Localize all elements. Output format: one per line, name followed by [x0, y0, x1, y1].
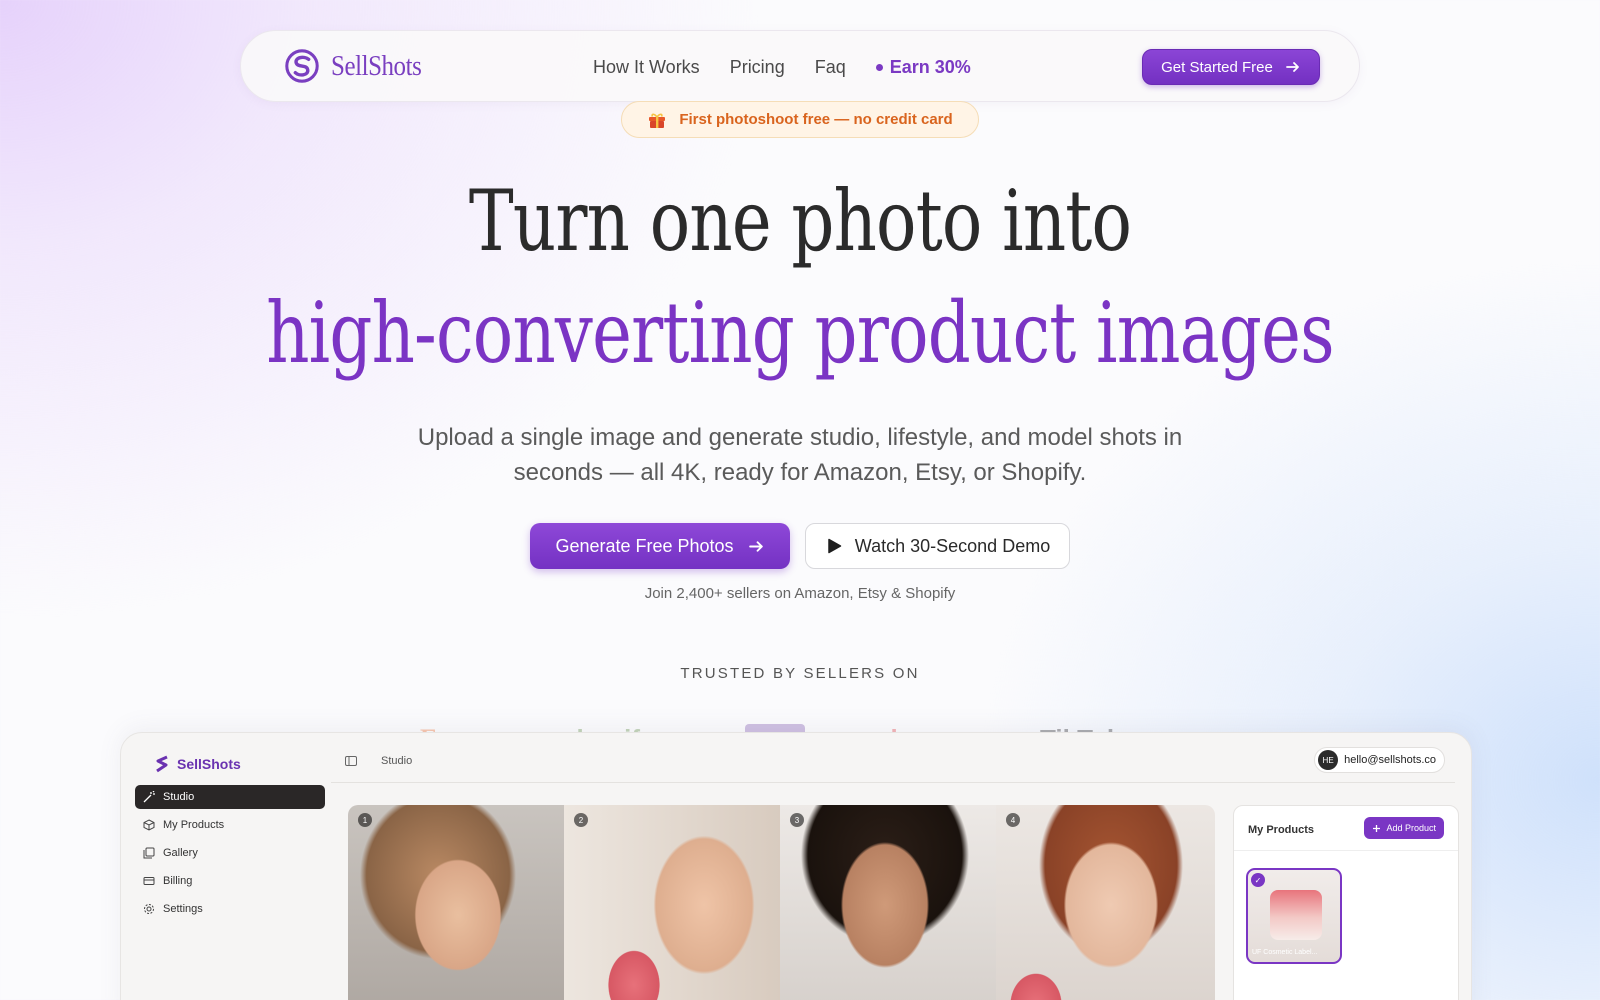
generate-free-photos-button[interactable]: Generate Free Photos	[530, 523, 790, 569]
sidebar-item-settings[interactable]: Settings	[135, 897, 325, 921]
gear-icon	[144, 904, 154, 914]
brand-name: SellShots	[331, 49, 422, 82]
my-products-panel: My Products Add Product ✓ UF Cosmetic La…	[1233, 805, 1459, 1000]
arrow-right-icon	[748, 540, 763, 552]
plus-icon	[1373, 824, 1381, 832]
top-nav: SellShots How It Works Pricing Faq Earn …	[240, 30, 1360, 102]
sidebar-item-gallery[interactable]: Gallery	[135, 841, 325, 865]
earn-label: Earn 30%	[889, 56, 971, 77]
user-email: hello@sellshots.co	[1344, 754, 1436, 766]
sidebar-label-studio: Studio	[163, 791, 195, 803]
nav-link-faq[interactable]: Faq	[815, 57, 846, 78]
shot-image[interactable]: 3	[780, 805, 996, 1000]
sidebar-toggle-icon[interactable]	[345, 755, 357, 767]
add-product-label: Add Product	[1386, 823, 1436, 833]
breadcrumb: Studio	[381, 755, 413, 767]
shot-image[interactable]: 4	[996, 805, 1215, 1000]
app-brand-name: SellShots	[177, 756, 241, 772]
avatar: HE	[1318, 750, 1339, 770]
sidebar-item-studio[interactable]: Studio	[135, 785, 325, 809]
hero-subtitle: Upload a single image and generate studi…	[417, 424, 1183, 486]
brand-logo[interactable]: SellShots	[283, 47, 436, 85]
card-icon	[143, 877, 155, 885]
sidebar-label-settings: Settings	[163, 903, 203, 915]
nav-link-pricing[interactable]: Pricing	[730, 57, 785, 78]
promo-badge: First photoshoot free — no credit card	[621, 101, 979, 138]
promo-text: First photoshoot free — no credit card	[679, 111, 953, 128]
add-product-button[interactable]: Add Product	[1364, 817, 1444, 839]
sellshots-logo-icon	[156, 755, 168, 773]
shot-number: 2	[574, 813, 588, 827]
panel-title: My Products	[1248, 824, 1315, 836]
hero-heading-line1: Turn one photo into	[468, 172, 1132, 270]
hero-heading-line2: high-converting product images	[266, 284, 1334, 382]
app-preview-window: SellShots Studio My Products Gallery Bil…	[120, 732, 1472, 1000]
product-thumbnail	[1270, 890, 1322, 940]
get-started-button[interactable]: Get Started Free	[1142, 49, 1320, 85]
shot-number: 1	[358, 813, 372, 827]
sidebar-item-my-products[interactable]: My Products	[135, 813, 325, 837]
nav-link-how-it-works[interactable]: How It Works	[593, 57, 700, 78]
dot-icon	[875, 63, 883, 71]
watch-demo-button[interactable]: Watch 30-Second Demo	[805, 523, 1070, 569]
generate-free-photos-label: Generate Free Photos	[555, 535, 734, 556]
divider	[1234, 850, 1458, 851]
sellshots-logo-icon	[285, 49, 319, 83]
play-icon	[828, 538, 842, 554]
gift-icon	[649, 113, 666, 128]
product-label: UF Cosmetic Label...	[1252, 949, 1318, 956]
app-sidebar: SellShots Studio My Products Gallery Bil…	[121, 733, 331, 1000]
shot-image[interactable]: 1	[348, 805, 564, 1000]
sidebar-label-my-products: My Products	[163, 819, 225, 831]
generated-shots: 1 2 3 4	[348, 805, 1215, 1000]
wand-icon	[143, 791, 155, 803]
social-proof: Join 2,400+ sellers on Amazon, Etsy & Sh…	[644, 585, 956, 602]
watch-demo-label: Watch 30-Second Demo	[854, 535, 1051, 556]
shot-number: 4	[1006, 813, 1020, 827]
sidebar-item-billing[interactable]: Billing	[135, 869, 325, 893]
sidebar-label-billing: Billing	[163, 875, 193, 887]
shot-number: 3	[790, 813, 804, 827]
user-menu[interactable]: HE hello@sellshots.co	[1314, 747, 1445, 773]
sidebar-label-gallery: Gallery	[163, 847, 198, 859]
app-topbar: Studio HE hello@sellshots.co	[331, 743, 1455, 783]
app-brand[interactable]: SellShots	[155, 755, 241, 773]
check-icon: ✓	[1251, 873, 1265, 887]
nav-link-earn[interactable]: Earn 30%	[875, 56, 971, 78]
trusted-heading: TRUSTED BY SELLERS ON	[680, 665, 920, 682]
nav-links: How It Works Pricing Faq Earn 30%	[593, 31, 971, 103]
shot-image[interactable]: 2	[564, 805, 780, 1000]
box-icon	[143, 819, 155, 831]
product-card[interactable]: ✓ UF Cosmetic Label...	[1246, 868, 1342, 964]
arrow-right-icon	[1285, 62, 1299, 72]
get-started-label: Get Started Free	[1161, 58, 1273, 76]
gallery-icon	[143, 847, 155, 859]
